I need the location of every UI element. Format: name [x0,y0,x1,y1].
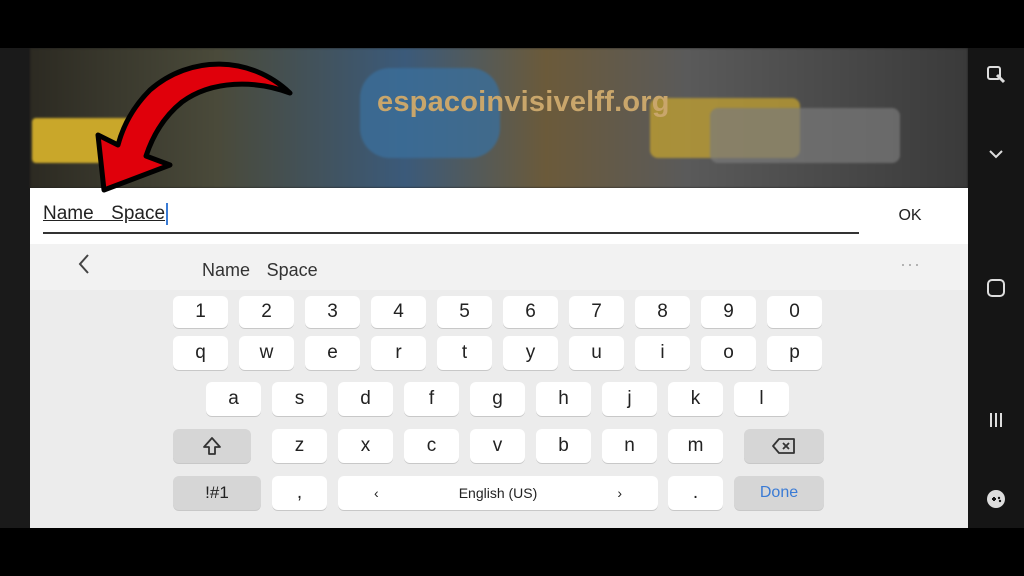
key-f[interactable]: f [404,382,459,416]
key-4[interactable]: 4 [371,296,426,328]
screenshot-tool-icon[interactable] [984,64,1008,88]
language-next-arrow: › [617,485,622,501]
key-x[interactable]: x [338,429,393,463]
key-m[interactable]: m [668,429,723,463]
shift-key[interactable] [173,429,251,463]
key-9[interactable]: 9 [701,296,756,328]
shift-icon [203,437,221,455]
chevron-left-icon[interactable] [70,252,98,282]
key-y[interactable]: y [503,336,558,370]
more-options-icon[interactable]: ··· [900,254,921,275]
suggestion-word[interactable]: NameㅤSpace [202,256,318,282]
key-u[interactable]: u [569,336,624,370]
ok-button[interactable]: OK [890,204,930,228]
key-w[interactable]: w [239,336,294,370]
recent-apps-icon[interactable] [984,410,1008,434]
key-1[interactable]: 1 [173,296,228,328]
language-prev-arrow: ‹ [374,485,379,501]
key-n[interactable]: n [602,429,657,463]
key-c[interactable]: c [404,429,459,463]
done-key[interactable]: Done [734,476,824,510]
key-3[interactable]: 3 [305,296,360,328]
key-d[interactable]: d [338,382,393,416]
red-arrow-icon [95,61,293,193]
chevron-down-icon[interactable] [984,144,1008,168]
home-icon[interactable] [984,278,1008,302]
key-7[interactable]: 7 [569,296,624,328]
key-6[interactable]: 6 [503,296,558,328]
key-5[interactable]: 5 [437,296,492,328]
key-h[interactable]: h [536,382,591,416]
backspace-key[interactable] [744,429,824,463]
key-q[interactable]: q [173,336,228,370]
key-j[interactable]: j [602,382,657,416]
game-launcher-icon[interactable] [984,488,1008,512]
keyboard-panel: NameㅤSpace OK NameㅤSpace ··· 1 2 3 4 5 6… [30,188,968,528]
watermark-text: espacoinvisivelff.org [377,86,670,118]
space-key[interactable]: ‹ English (US) › [338,476,658,510]
key-a[interactable]: a [206,382,261,416]
period-key[interactable]: . [668,476,723,510]
key-o[interactable]: o [701,336,756,370]
key-g[interactable]: g [470,382,525,416]
key-2[interactable]: 2 [239,296,294,328]
key-e[interactable]: e [305,336,360,370]
backspace-icon [772,438,795,454]
key-p[interactable]: p [767,336,822,370]
space-language-label: English (US) [458,485,538,501]
suggestion-bar: NameㅤSpace ··· [30,244,968,290]
key-t[interactable]: t [437,336,492,370]
key-0[interactable]: 0 [767,296,822,328]
key-i[interactable]: i [635,336,690,370]
key-b[interactable]: b [536,429,591,463]
key-r[interactable]: r [371,336,426,370]
key-8[interactable]: 8 [635,296,690,328]
key-l[interactable]: l [734,382,789,416]
symbols-key[interactable]: !#1 [173,476,261,510]
key-v[interactable]: v [470,429,525,463]
key-k[interactable]: k [668,382,723,416]
comma-key[interactable]: , [272,476,327,510]
key-s[interactable]: s [272,382,327,416]
key-z[interactable]: z [272,429,327,463]
